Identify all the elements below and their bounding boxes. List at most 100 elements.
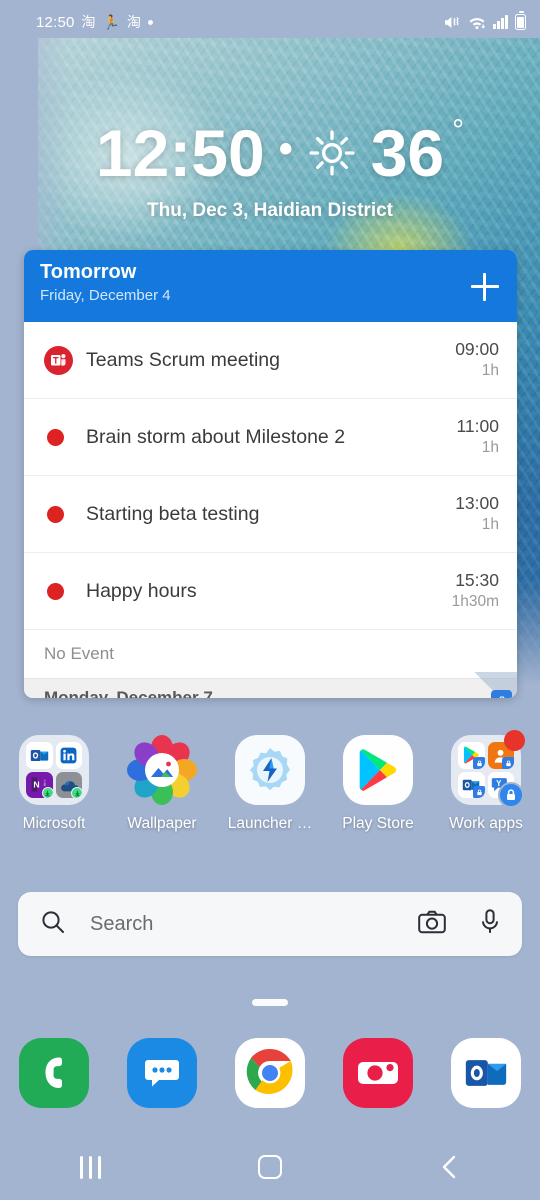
wallpaper-app-icon[interactable] <box>127 735 197 805</box>
camera-icon[interactable] <box>343 1038 413 1108</box>
app-icon-wallpaper[interactable]: Wallpaper <box>108 735 216 833</box>
event-icon-cell <box>44 428 80 446</box>
no-event-label: No Event <box>24 630 517 678</box>
outlook-icon <box>26 742 53 769</box>
clock-widget-separator: • <box>278 127 293 171</box>
notification-badge <box>504 730 525 751</box>
work-apps-folder-icon[interactable]: Y <box>451 730 525 808</box>
lock-badge-icon <box>472 756 485 769</box>
clock-widget-main-row: 12:50 • 36 ° <box>0 116 540 190</box>
event-duration: 1h <box>481 362 499 380</box>
app-label: Microsoft <box>22 815 86 832</box>
event-time-cell: 13:00 1h <box>455 493 499 534</box>
app-label: Launcher … <box>227 815 313 832</box>
app-icon-work-apps[interactable]: Y Work apps <box>432 730 540 833</box>
phone-icon[interactable] <box>19 1038 89 1108</box>
event-dot-icon <box>47 505 64 523</box>
chrome-icon[interactable] <box>235 1038 305 1108</box>
dock-item-camera[interactable] <box>324 1038 432 1108</box>
event-title: Happy hours <box>86 579 197 602</box>
lock-badge-icon <box>472 786 485 798</box>
cellular-signal-icon <box>493 15 508 29</box>
event-start-time: 11:00 <box>456 416 500 437</box>
recents-icon <box>79 1155 101 1179</box>
app-grid: N Microsoft Wallpaper Launcher … Play St… <box>0 730 540 833</box>
microsoft-folder-icon[interactable]: N <box>19 735 89 805</box>
calendar-footer-date: Monday, December 7 <box>44 687 213 699</box>
outlook-icon[interactable] <box>451 1038 521 1108</box>
table-row[interactable]: Brain storm about Milestone 2 11:00 1h <box>24 399 517 476</box>
taobao-alt-icon: 🏃 <box>102 14 120 30</box>
dock-item-phone[interactable] <box>0 1038 108 1108</box>
search-input[interactable]: Search <box>66 913 418 936</box>
app-icon-launcher[interactable]: Launcher … <box>216 735 324 833</box>
calendar-footer-date-row[interactable]: Monday, December 7 <box>24 672 517 699</box>
recents-button[interactable] <box>0 1155 180 1179</box>
home-button[interactable] <box>180 1155 360 1179</box>
event-icon-cell <box>44 582 80 600</box>
back-button[interactable] <box>360 1154 540 1180</box>
calendar-widget[interactable]: Tomorrow Friday, December 4 Teams Scrum … <box>24 250 517 698</box>
event-start-time: 09:00 <box>455 339 499 360</box>
navigation-bar <box>0 1134 540 1200</box>
table-row[interactable]: Teams Scrum meeting 09:00 1h <box>24 322 517 399</box>
calendar-header-subtitle: Friday, December 4 <box>40 286 171 304</box>
clock-widget-degree-symbol: ° <box>452 114 465 147</box>
work-profile-lock-icon <box>498 782 524 808</box>
generic-dot-icon <box>147 19 153 25</box>
event-duration: 1h <box>481 439 499 457</box>
teams-icon <box>44 345 73 375</box>
event-time-cell: 15:30 1h30m <box>452 570 499 611</box>
mute-vibrate-icon <box>445 16 459 28</box>
page-indicator[interactable] <box>252 999 288 1006</box>
download-badge-icon <box>71 787 82 798</box>
calendar-widget-header: Tomorrow Friday, December 4 <box>24 250 517 322</box>
microphone-icon[interactable] <box>480 908 500 940</box>
status-bar-right <box>444 11 526 30</box>
clock-widget-time: 12:50 <box>95 116 265 190</box>
launcher-settings-icon[interactable] <box>235 735 305 805</box>
camera-lens-icon[interactable] <box>418 910 446 939</box>
event-duration: 1h30m <box>451 593 499 611</box>
linkedin-icon <box>55 742 82 769</box>
status-bar[interactable]: 12:50 淘 🏃 淘 <box>0 0 540 44</box>
table-row[interactable]: Starting beta testing 13:00 1h <box>24 476 517 553</box>
wifi-icon <box>469 17 486 29</box>
event-icon-cell <box>44 505 80 523</box>
status-bar-clock: 12:50 <box>36 13 75 31</box>
home-icon <box>258 1155 282 1179</box>
taobao-icon-2: 淘 <box>126 14 141 30</box>
calendar-header-title: Tomorrow <box>40 261 137 283</box>
event-duration: 1h <box>481 516 499 534</box>
clock-widget-date-location: Thu, Dec 3, Haidian District <box>147 200 393 221</box>
add-event-button[interactable] <box>471 273 499 301</box>
event-icon-cell <box>44 345 80 375</box>
event-title: Brain storm about Milestone 2 <box>86 425 346 448</box>
play-store-icon[interactable] <box>343 735 413 805</box>
app-label: Wallpaper <box>127 815 197 832</box>
clock-widget-temperature: 36 <box>370 116 445 190</box>
event-dot-icon <box>47 582 64 600</box>
search-bar[interactable]: Search <box>18 892 522 956</box>
folder-preview: N <box>19 735 89 805</box>
dock-item-chrome[interactable] <box>216 1038 324 1108</box>
dock-item-outlook[interactable] <box>432 1038 540 1108</box>
svg-text:N: N <box>33 780 39 790</box>
table-row[interactable]: Happy hours 15:30 1h30m <box>24 553 517 630</box>
event-start-time: 13:00 <box>455 493 499 514</box>
outlook-icon <box>458 771 485 798</box>
clock-weather-widget[interactable]: 12:50 • 36 ° Thu, Dec 3, Haidian Distric… <box>0 116 540 222</box>
dock-item-messages[interactable] <box>108 1038 216 1108</box>
work-briefcase-icon <box>491 690 512 698</box>
battery-icon <box>515 11 526 30</box>
event-title: Teams Scrum meeting <box>86 348 280 371</box>
search-actions <box>418 908 500 940</box>
back-icon <box>442 1155 456 1179</box>
messages-icon[interactable] <box>127 1038 197 1108</box>
play-store-icon <box>458 742 485 769</box>
status-bar-left: 12:50 淘 🏃 淘 <box>36 14 153 31</box>
event-time-cell: 11:00 1h <box>457 416 500 457</box>
clock-widget-temperature-wrap: 36 ° <box>371 116 464 187</box>
app-icon-microsoft[interactable]: N Microsoft <box>0 735 108 833</box>
app-icon-play-store[interactable]: Play Store <box>324 735 432 833</box>
